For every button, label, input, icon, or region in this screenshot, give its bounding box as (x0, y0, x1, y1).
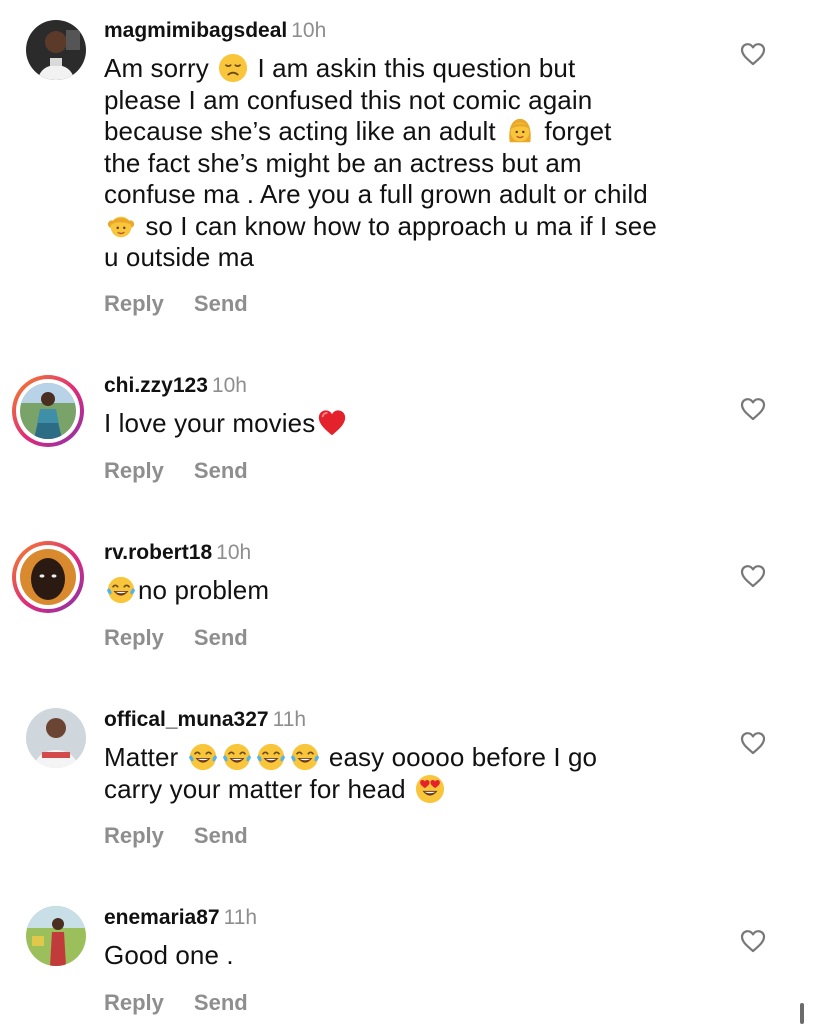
comment-text-segment: forget (537, 116, 612, 146)
comment-actions: Reply Send (104, 291, 248, 317)
reply-button[interactable]: Reply (104, 458, 164, 483)
send-button[interactable]: Send (194, 458, 248, 483)
avatar[interactable] (12, 375, 84, 447)
comment-header: magmimibagsdeal 10h (104, 18, 326, 44)
comment-text-segment: carry your matter for head (104, 773, 414, 804)
comment-text-segment: please I am confused this not comic agai… (104, 84, 593, 115)
send-button[interactable]: Send (194, 823, 248, 848)
comment-text-line: Am sorry I am askin this question but (104, 53, 704, 85)
reply-button[interactable]: Reply (104, 625, 164, 650)
comment-text-line: I love your movies (104, 408, 704, 440)
send-button[interactable]: Send (194, 625, 248, 650)
timestamp: 10h (216, 541, 252, 564)
comment-text-segment: easy ooooo before I go (321, 742, 598, 772)
timestamp: 11h (272, 708, 307, 731)
tears-of-joy-emoji (290, 742, 320, 772)
comment-header: chi.zzy123 10h (104, 373, 247, 399)
timestamp: 10h (291, 19, 327, 42)
comment-text-line: no problem (104, 575, 704, 607)
comment-text-segment: the fact she’s might be an actress but a… (104, 147, 582, 178)
comment-text-line: so I can know how to approach u ma if I … (104, 211, 704, 243)
tears-of-joy-emoji (188, 742, 218, 772)
reply-button[interactable]: Reply (104, 823, 164, 848)
comment-actions: Reply Send (104, 990, 248, 1016)
comment-text-segment: Am sorry (104, 53, 217, 83)
comment-header: enemaria87 11h (104, 905, 257, 931)
comment-text-line: Matter easy ooooo before I go (104, 742, 704, 774)
comment-text: no problem (104, 575, 704, 607)
comment-text: Am sorry I am askin this question but ple… (104, 53, 704, 274)
comment-text-segment: I love your movies (104, 408, 316, 438)
heart-eyes-emoji (415, 774, 445, 804)
comment-actions: Reply Send (104, 625, 248, 651)
avatar-photo (20, 549, 76, 605)
comment-text-segment: u outside ma (104, 242, 255, 272)
comment-text-line: Good one . (104, 940, 704, 972)
reply-button[interactable]: Reply (104, 291, 164, 316)
timestamp: 10h (211, 374, 247, 397)
comment-header: offical_muna327 11h (104, 707, 306, 733)
avatar-photo (26, 708, 86, 768)
like-heart-icon[interactable] (740, 397, 766, 421)
username[interactable]: offical_muna327 (104, 708, 269, 731)
comment-actions: Reply Send (104, 458, 248, 484)
tears-of-joy-emoji (106, 575, 136, 605)
woman-emoji (505, 116, 535, 146)
timestamp: 11h (223, 906, 258, 929)
comment-text: Good one . (104, 940, 704, 972)
comment-text-line: confuse ma . Are you a full grown adult … (104, 179, 704, 211)
tears-of-joy-emoji (222, 742, 252, 772)
comment-text-segment: no problem (138, 575, 270, 605)
send-button[interactable]: Send (194, 990, 248, 1015)
comment-text: I love your movies (104, 408, 704, 440)
avatar[interactable] (26, 708, 86, 768)
send-button[interactable]: Send (194, 291, 248, 316)
comment-text-segment: I am askin this question but (250, 53, 576, 83)
comment-text-line: the fact she’s might be an actress but a… (104, 148, 704, 180)
disappointed-face-emoji (218, 53, 248, 83)
girl-emoji (106, 211, 136, 241)
avatar-photo (26, 906, 86, 966)
avatar-photo (20, 383, 76, 439)
comment-text-line: because she’s acting like an adult forge… (104, 116, 704, 148)
comment-text-segment: Matter (104, 742, 186, 772)
username[interactable]: chi.zzy123 (104, 374, 208, 397)
comment-text-segment: confuse ma . Are you a full grown adult … (104, 179, 648, 209)
username[interactable]: magmimibagsdeal (104, 19, 287, 42)
comment-header: rv.robert18 10h (104, 540, 251, 566)
comment-text-line: u outside ma (104, 242, 704, 274)
comment-text-segment: Good one . (104, 940, 234, 970)
comment-text: Matter easy ooooo before I go carry your … (104, 742, 704, 805)
tears-of-joy-emoji (256, 742, 286, 772)
like-heart-icon[interactable] (740, 564, 766, 588)
like-heart-icon[interactable] (740, 929, 766, 953)
avatar-photo (26, 20, 86, 80)
comment-text-segment: so I can know how to approach u ma if I … (138, 210, 657, 241)
comment-text-line: carry your matter for head (104, 774, 704, 806)
like-heart-icon[interactable] (740, 731, 766, 755)
avatar[interactable] (12, 541, 84, 613)
red-heart-emoji (317, 408, 347, 438)
username[interactable]: rv.robert18 (104, 541, 212, 564)
comment-actions: Reply Send (104, 823, 248, 849)
avatar[interactable] (26, 906, 86, 966)
like-heart-icon[interactable] (740, 42, 766, 66)
comment-text-segment: because she’s acting like an adult (104, 116, 504, 146)
avatar[interactable] (26, 20, 86, 80)
scrollbar[interactable] (800, 1003, 804, 1024)
comment-text-line: please I am confused this not comic agai… (104, 85, 704, 117)
username[interactable]: enemaria87 (104, 906, 220, 929)
reply-button[interactable]: Reply (104, 990, 164, 1015)
